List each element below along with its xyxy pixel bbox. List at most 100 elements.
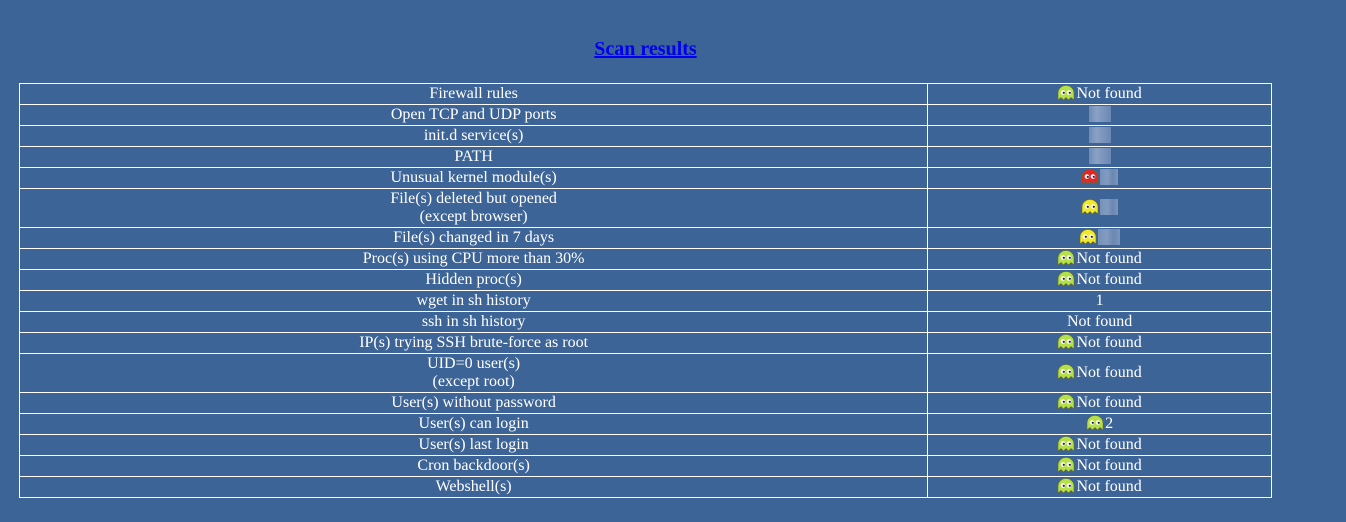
check-label-cell: UID=0 user(s) (except root) <box>18 353 929 393</box>
check-result-value: Not found <box>1076 250 1142 267</box>
check-result-cell: Not found <box>927 353 1272 393</box>
check-label: UID=0 user(s) <box>427 355 521 372</box>
check-label: ssh in sh history <box>421 313 526 330</box>
check-label: wget in sh history <box>416 292 531 309</box>
table-row: ssh in sh history Not found <box>18 311 1272 333</box>
redacted-value <box>1100 199 1119 215</box>
scan-results-table: Firewall rules Not found Open TCP and UDP … <box>18 83 1272 498</box>
check-label: File(s) deleted but opened <box>390 190 557 207</box>
check-label-cell: Cron backdoor(s) <box>18 455 929 477</box>
check-result-value: Not found <box>1076 478 1142 495</box>
check-label-cell: ssh in sh history <box>18 311 929 333</box>
table-row: File(s) changed in 7 days <box>18 227 1272 249</box>
table-row: File(s) deleted but opened (except browse… <box>18 188 1272 228</box>
check-label-cell: Hidden proc(s) <box>18 269 929 291</box>
green-ghost-icon <box>1057 334 1075 350</box>
green-ghost-icon <box>1057 457 1075 473</box>
table-row: Hidden proc(s) Not found <box>18 269 1272 291</box>
table-row: User(s) last login Not found <box>18 434 1272 456</box>
check-label: Hidden proc(s) <box>425 271 522 288</box>
table-row: PATH <box>18 146 1272 168</box>
check-label: Webshell(s) <box>435 478 512 495</box>
check-result-cell: Not found <box>927 248 1272 270</box>
check-result-cell <box>927 188 1272 228</box>
table-row: Webshell(s) Not found <box>18 476 1272 498</box>
check-label: IP(s) trying SSH brute-force as root <box>359 334 589 351</box>
check-label: File(s) changed in 7 days <box>393 229 555 246</box>
check-label-cell: Open TCP and UDP ports <box>18 104 929 126</box>
check-result-cell: Not found <box>927 83 1272 105</box>
check-result-value: Not found <box>1076 271 1142 288</box>
yellow-ghost-icon <box>1079 229 1097 245</box>
table-row: Cron backdoor(s) Not found <box>18 455 1272 477</box>
check-result-value: Not found <box>1076 364 1142 381</box>
check-label-cell: Webshell(s) <box>18 476 929 498</box>
check-result-value: Not found <box>1076 85 1142 102</box>
redacted-value <box>1088 148 1111 164</box>
red-ghost-icon <box>1081 169 1099 185</box>
check-label-cell: File(s) changed in 7 days <box>18 227 929 249</box>
check-label-cell: User(s) without password <box>18 392 929 414</box>
table-row: UID=0 user(s) (except root) Not found <box>18 353 1272 393</box>
check-result-cell <box>927 125 1272 147</box>
check-label: Firewall rules <box>429 85 518 102</box>
table-row: Firewall rules Not found <box>18 83 1272 105</box>
check-label-cell: Firewall rules <box>18 83 929 105</box>
green-ghost-icon <box>1086 415 1104 431</box>
check-result-cell <box>927 146 1272 168</box>
check-result-cell: Not found <box>927 434 1272 456</box>
check-result-cell: Not found <box>927 332 1272 354</box>
table-row: Open TCP and UDP ports <box>18 104 1272 126</box>
green-ghost-icon <box>1057 478 1075 494</box>
green-ghost-icon <box>1057 394 1075 410</box>
check-label-cell: init.d service(s) <box>18 125 929 147</box>
check-result-value: Not found <box>1076 394 1142 411</box>
check-label: Open TCP and UDP ports <box>390 106 557 123</box>
green-ghost-icon <box>1057 85 1075 101</box>
table-row: IP(s) trying SSH brute-force as root Not … <box>18 332 1272 354</box>
check-result-cell: 1 <box>927 290 1272 312</box>
check-result-cell: Not found <box>927 476 1272 498</box>
check-result-cell <box>927 167 1272 189</box>
green-ghost-icon <box>1057 250 1075 266</box>
redacted-value <box>1088 106 1111 122</box>
check-label: (except browser) <box>419 208 528 225</box>
check-result-cell: Not found <box>927 455 1272 477</box>
check-result-value: 1 <box>1095 292 1104 309</box>
check-label-cell: Proc(s) using CPU more than 30% <box>18 248 929 270</box>
check-label: (except root) <box>432 373 515 390</box>
check-label: User(s) last login <box>418 436 529 453</box>
green-ghost-icon <box>1057 436 1075 452</box>
check-label-cell: Unusual kernel module(s) <box>18 167 929 189</box>
check-result-cell <box>927 227 1272 249</box>
redacted-value <box>1100 169 1119 185</box>
table-row: User(s) without password Not found <box>18 392 1272 414</box>
check-label: Unusual kernel module(s) <box>390 169 557 186</box>
check-label-cell: File(s) deleted but opened (except browse… <box>18 188 929 228</box>
green-ghost-icon <box>1057 364 1075 380</box>
check-label: Cron backdoor(s) <box>417 457 530 474</box>
check-label: User(s) without password <box>391 394 556 411</box>
check-result-cell <box>927 104 1272 126</box>
check-result-value: 2 <box>1105 415 1114 432</box>
scan-results-title-link[interactable]: Scan results <box>594 38 696 60</box>
check-label: PATH <box>454 148 493 165</box>
check-label: User(s) can login <box>418 415 529 432</box>
table-row: User(s) can login 2 <box>18 413 1272 435</box>
check-label: Proc(s) using CPU more than 30% <box>362 250 585 267</box>
check-result-value: Not found <box>1076 334 1142 351</box>
check-result-cell: 2 <box>927 413 1272 435</box>
check-label-cell: IP(s) trying SSH brute-force as root <box>18 332 929 354</box>
page-header: Scan results <box>0 38 1291 61</box>
check-result-value: Not found <box>1066 313 1133 330</box>
redacted-value <box>1098 229 1121 245</box>
table-row: Unusual kernel module(s) <box>18 167 1272 189</box>
check-label-cell: wget in sh history <box>18 290 929 312</box>
green-ghost-icon <box>1057 271 1075 287</box>
check-result-cell: Not found <box>927 269 1272 291</box>
table-row: Proc(s) using CPU more than 30% Not found <box>18 248 1272 270</box>
results-table-body: Firewall rules Not found Open TCP and UDP … <box>18 83 1272 498</box>
check-label-cell: User(s) last login <box>18 434 929 456</box>
check-label-cell: User(s) can login <box>18 413 929 435</box>
check-result-value: Not found <box>1076 457 1142 474</box>
